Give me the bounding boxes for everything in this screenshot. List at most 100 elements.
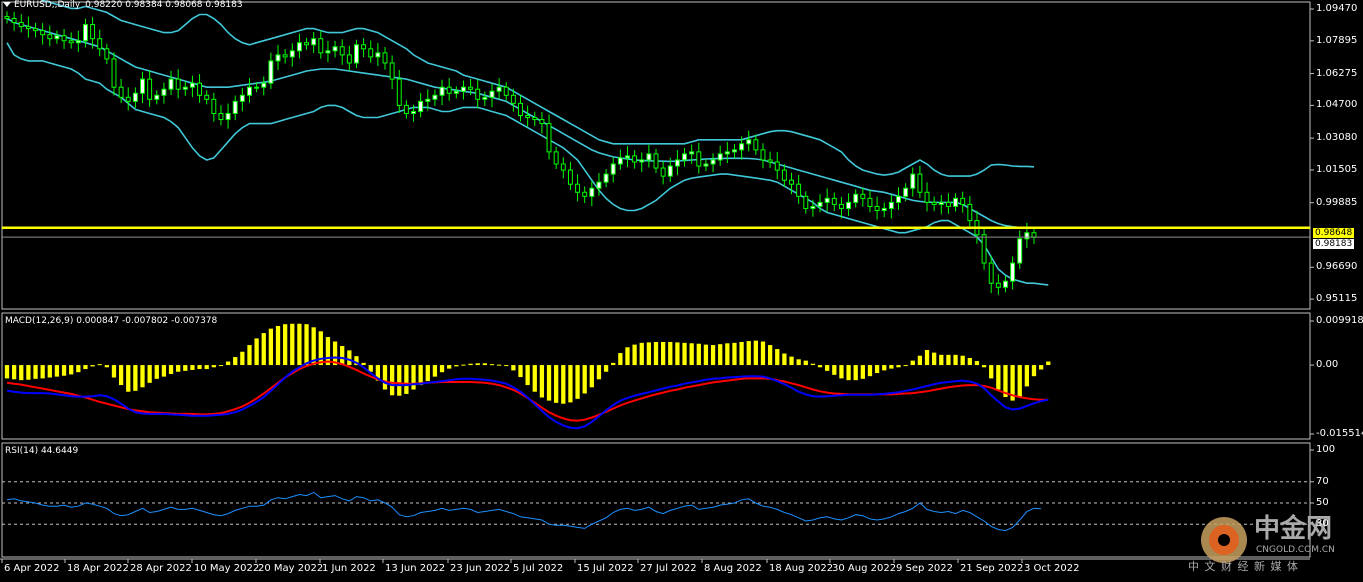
- bear-candle: [125, 96, 131, 102]
- price-axis-label: 1.01505: [1316, 163, 1358, 175]
- price-axis-label: 1.06275: [1316, 67, 1358, 79]
- bull-candle: [888, 201, 894, 209]
- macd-histogram-bar: [133, 365, 138, 391]
- macd-histogram-bar: [810, 363, 816, 366]
- macd-histogram-bar: [447, 365, 452, 369]
- bear-candle: [582, 191, 588, 197]
- time-axis-label: 8 Aug 2022: [704, 563, 762, 574]
- bear-candle: [510, 94, 516, 104]
- macd-histogram-bar: [97, 364, 102, 366]
- bull-candle: [225, 112, 231, 121]
- macd-histogram-bar: [910, 360, 915, 366]
- bear-candle: [61, 35, 67, 42]
- macd-histogram-bar: [967, 357, 972, 366]
- macd-histogram-bar: [404, 365, 409, 394]
- bear-candle: [68, 40, 74, 44]
- macd-histogram-bar: [767, 345, 773, 366]
- bull-candle: [154, 94, 160, 100]
- bull-candle: [296, 42, 302, 52]
- macd-histogram-bar: [689, 343, 694, 366]
- bear-candle: [33, 28, 38, 32]
- bull-candle: [325, 50, 331, 54]
- bull-candle: [646, 153, 652, 161]
- menu-triangle-icon[interactable]: [3, 2, 11, 7]
- rsi-axis-label: 70: [1316, 475, 1329, 487]
- macd-histogram-bar: [932, 352, 937, 366]
- price-axis-label: 0.96690: [1316, 261, 1358, 273]
- price-axis-label: 1.04700: [1316, 99, 1358, 111]
- macd-axis-label: -0.015514: [1316, 428, 1363, 439]
- macd-histogram-bar: [83, 365, 88, 370]
- brand-en: CNGOLD.COM.CN: [1256, 545, 1335, 555]
- macd-histogram-bar: [254, 338, 259, 366]
- bull-candle: [132, 92, 138, 102]
- bear-candle: [204, 94, 210, 100]
- macd-histogram-bar: [618, 353, 623, 366]
- bear-candle: [767, 159, 773, 163]
- macd-histogram-bar: [468, 363, 473, 366]
- bear-candle: [175, 78, 181, 90]
- macd-axis-label: 0.00: [1316, 359, 1339, 371]
- macd-histogram-bar: [889, 365, 894, 369]
- bull-candle: [589, 187, 595, 197]
- macd-histogram-bar: [11, 365, 17, 380]
- bull-candle: [232, 100, 238, 114]
- macd-histogram-bar: [33, 365, 38, 379]
- macd-histogram-bar: [183, 365, 188, 371]
- bull-candle: [161, 88, 167, 96]
- time-axis-label: 10 May 2022: [194, 563, 260, 574]
- bull-candle: [717, 153, 723, 161]
- time-axis-label: 18 Aug 2022: [769, 563, 834, 574]
- bull-candle: [54, 35, 60, 40]
- bull-candle: [239, 94, 245, 102]
- bear-candle: [318, 38, 324, 54]
- bear-candle: [346, 54, 352, 64]
- bear-candle: [104, 48, 110, 60]
- watermark-logo: 中金网 CNGOLD.COM.CN 中 文 财 经 新 媒 体: [1188, 512, 1353, 574]
- macd-histogram-bar: [118, 365, 124, 386]
- macd-histogram-bar: [361, 362, 366, 366]
- macd-histogram-bar: [839, 365, 844, 379]
- bear-candle: [18, 22, 24, 28]
- bear-candle: [796, 183, 802, 197]
- macd-histogram-bar: [297, 323, 302, 366]
- bear-candle: [546, 123, 552, 153]
- macd-histogram-bar: [154, 365, 159, 379]
- bull-candle: [610, 163, 616, 175]
- bull-candle: [311, 38, 317, 46]
- bear-candle: [47, 34, 53, 40]
- bear-candle: [917, 173, 923, 193]
- macd-histogram-bar: [646, 342, 652, 366]
- macd-histogram-bar: [268, 328, 274, 366]
- macd-histogram-bar: [511, 365, 516, 371]
- macd-histogram-bar: [218, 365, 224, 367]
- bear-candle: [525, 115, 531, 119]
- symbol-label: EURUSD,,Daily: [14, 0, 81, 10]
- bull-candle: [731, 149, 737, 153]
- macd-histogram-bar: [996, 365, 1001, 390]
- macd-histogram-bar: [168, 365, 174, 374]
- macd-histogram-bar: [1031, 365, 1037, 377]
- macd-histogram-bar: [960, 355, 965, 366]
- bear-candle: [197, 82, 203, 96]
- bull-candle: [953, 197, 959, 207]
- macd-histogram-bar: [340, 345, 345, 366]
- bull-candle: [418, 100, 424, 112]
- macd-histogram-bar: [261, 333, 266, 366]
- bull-candle: [739, 143, 745, 151]
- macd-histogram-bar: [489, 364, 495, 366]
- macd-histogram-bar: [19, 365, 24, 381]
- macd-histogram-bar: [1024, 365, 1030, 387]
- chart-canvas[interactable]: [0, 0, 1363, 582]
- time-axis-label: 13 Jun 2022: [385, 563, 446, 574]
- macd-histogram-bar: [682, 342, 687, 366]
- bull-candle: [432, 94, 438, 100]
- bear-candle: [97, 38, 103, 50]
- level-price-tag: 0.98648: [1313, 228, 1355, 238]
- macd-histogram-bar: [432, 365, 438, 377]
- macd-histogram-bar: [639, 342, 644, 366]
- macd-histogram-bar: [817, 365, 823, 368]
- macd-histogram-bar: [668, 341, 673, 366]
- bull-candle: [75, 40, 81, 44]
- bollinger-middle-line: [6, 17, 1020, 229]
